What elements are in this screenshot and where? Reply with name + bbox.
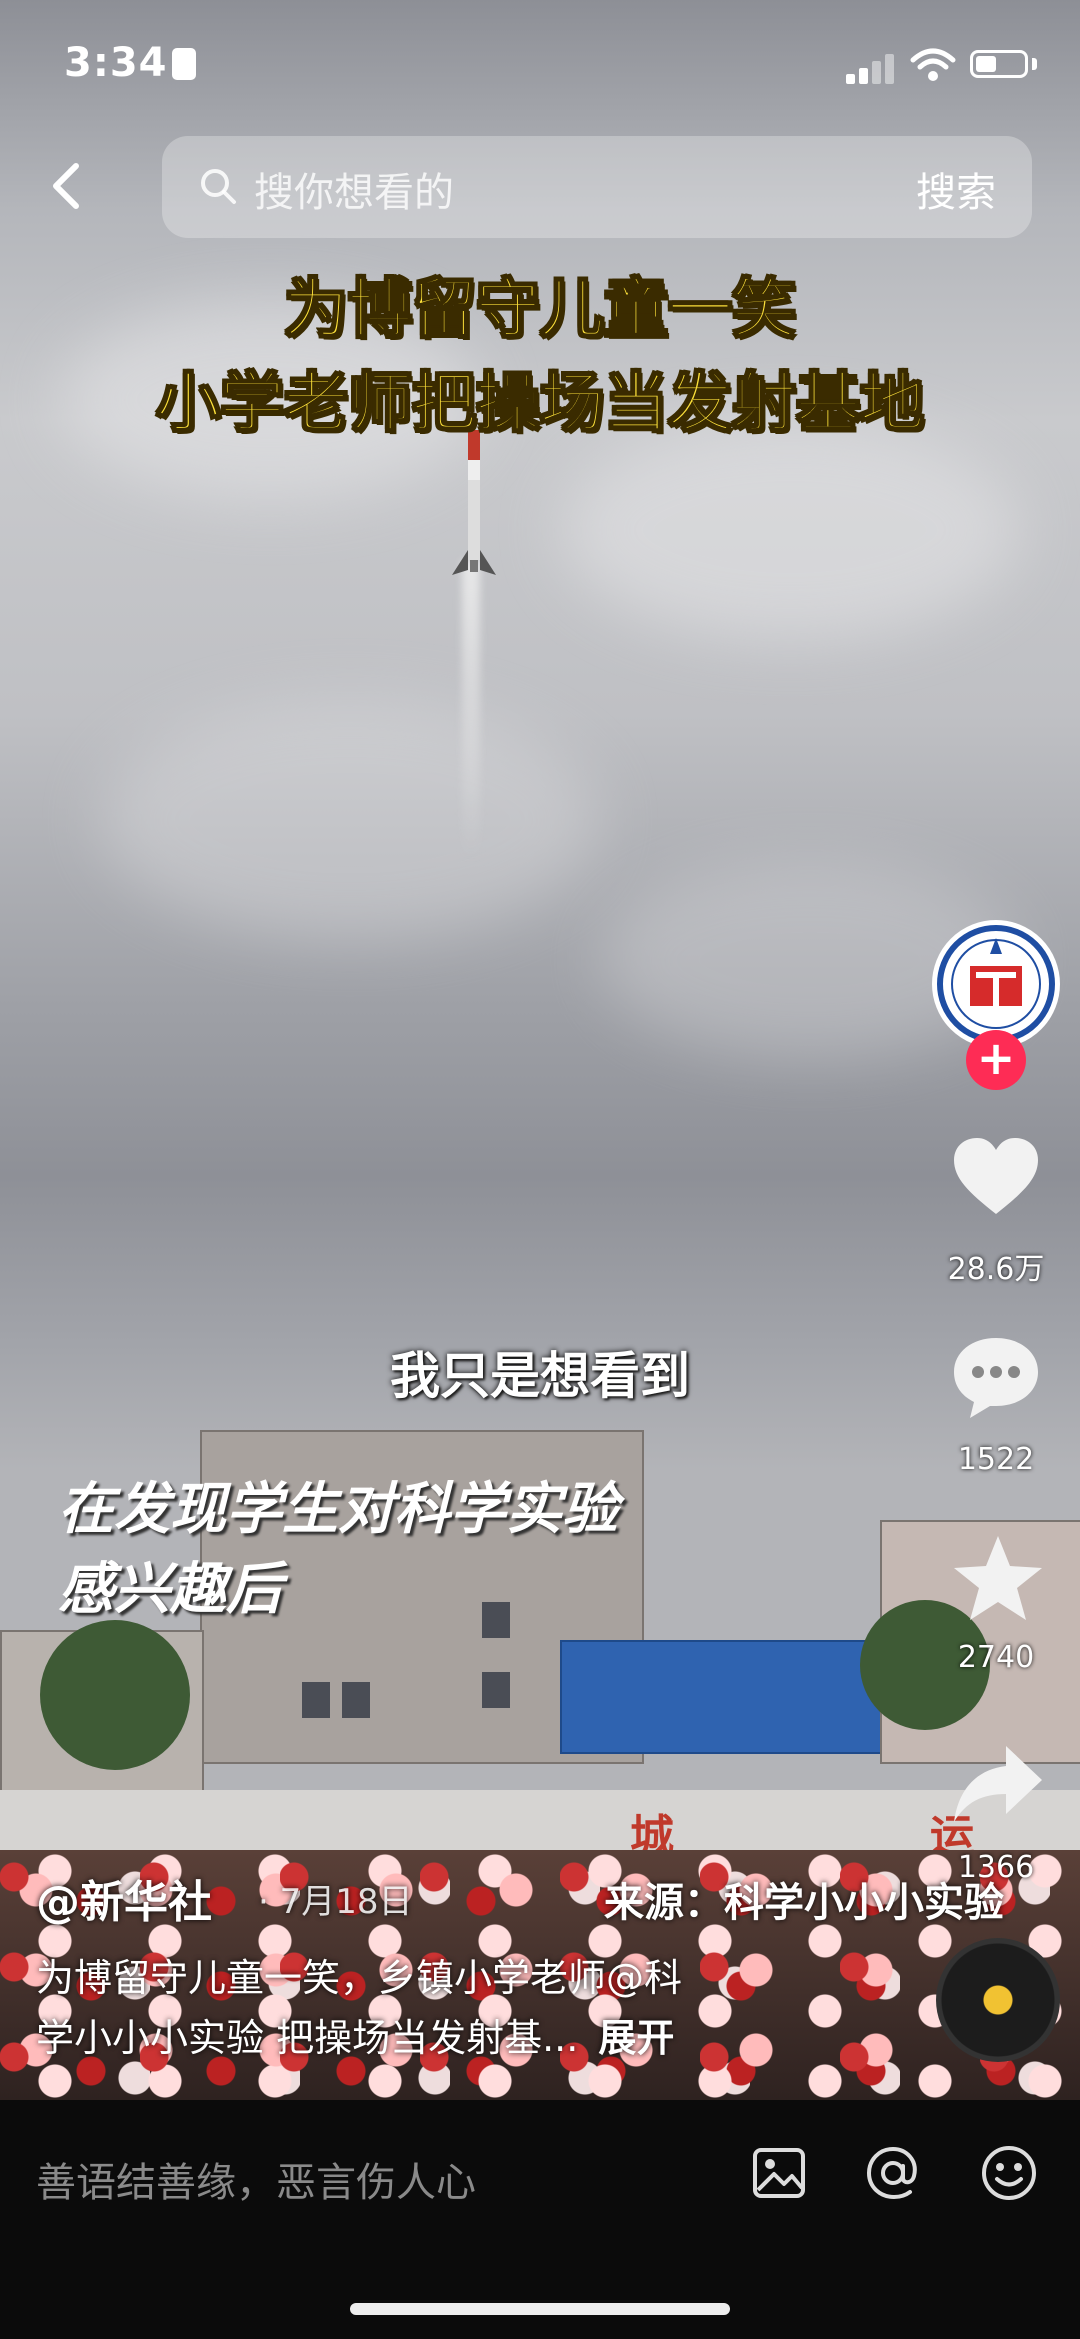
status-time: 3:34 <box>64 40 168 86</box>
like-heart-icon[interactable] <box>948 1130 1044 1226</box>
mention-at-icon[interactable] <box>864 2144 922 2202</box>
cloud <box>100 700 600 940</box>
music-disc-icon[interactable] <box>936 1938 1060 2062</box>
video-overlay-text: 在发现学生对科学实验 感兴趣后 <box>58 1470 618 1630</box>
share-arrow-icon[interactable] <box>950 1736 1046 1832</box>
expand-button[interactable]: 展开 <box>598 2016 674 2060</box>
cellular-signal-icon <box>846 52 898 84</box>
cloud <box>560 420 1020 640</box>
home-indicator[interactable] <box>350 2303 730 2315</box>
battery-tip <box>1032 58 1037 70</box>
search-placeholder: 搜你想看的 <box>254 170 454 216</box>
favorite-star-icon[interactable] <box>950 1530 1046 1626</box>
window <box>342 1682 370 1718</box>
comment-count: 1522 <box>957 1442 1035 1477</box>
status-bar: 3:34 <box>0 0 1080 130</box>
video-headline-line1: 为博留守儿童一笑 <box>283 272 797 348</box>
window <box>302 1682 330 1718</box>
search-input[interactable]: 搜你想看的 搜索 <box>162 136 1032 238</box>
tree <box>40 1620 190 1770</box>
follow-button[interactable]: + <box>966 1030 1026 1090</box>
comment-input[interactable]: 善语结善缘，恶言伤人心 <box>36 2150 476 2208</box>
video-headline-line2: 小学老师把操场当发射基地 <box>155 366 925 442</box>
post-date: · 7月18日 <box>258 1882 413 1922</box>
wifi-icon <box>910 48 956 81</box>
overlay-line: 感兴趣后 <box>58 1557 282 1622</box>
search-icon <box>201 169 236 204</box>
smoke-trail <box>462 560 480 860</box>
battery-icon <box>970 50 1028 78</box>
description-line: 学小小小实验 把操场当发射基... 展开 <box>36 2016 675 2060</box>
window <box>482 1672 510 1708</box>
rocket-image <box>452 430 496 575</box>
search-button[interactable]: 搜索 <box>916 160 996 218</box>
like-count: 28.6万 <box>947 1252 1045 1287</box>
blue-roof-building <box>560 1640 884 1754</box>
comment-icon[interactable] <box>948 1330 1044 1426</box>
post-description[interactable]: 为博留守儿童一笑，乡镇小学老师@科 学小小小实验 把操场当发射基... 展开 <box>36 1948 836 2068</box>
author-avatar[interactable] <box>932 920 1060 1048</box>
video-source: 来源：科学小小小实验 <box>604 1880 1004 1926</box>
sim-card-icon <box>172 48 196 80</box>
xinhua-logo-icon <box>937 925 1055 1043</box>
image-picker-icon[interactable] <box>750 2144 808 2202</box>
author-name[interactable]: @新华社 <box>36 1866 212 1930</box>
back-arrow-icon[interactable] <box>40 158 96 214</box>
emoji-icon[interactable] <box>980 2144 1038 2202</box>
favorite-count: 2740 <box>957 1640 1035 1675</box>
overlay-line: 在发现学生对科学实验 <box>58 1477 618 1542</box>
video-subtitle: 我只是想看到 <box>390 1347 690 1405</box>
description-line: 为博留守儿童一笑，乡镇小学老师@科 <box>36 1956 683 2000</box>
